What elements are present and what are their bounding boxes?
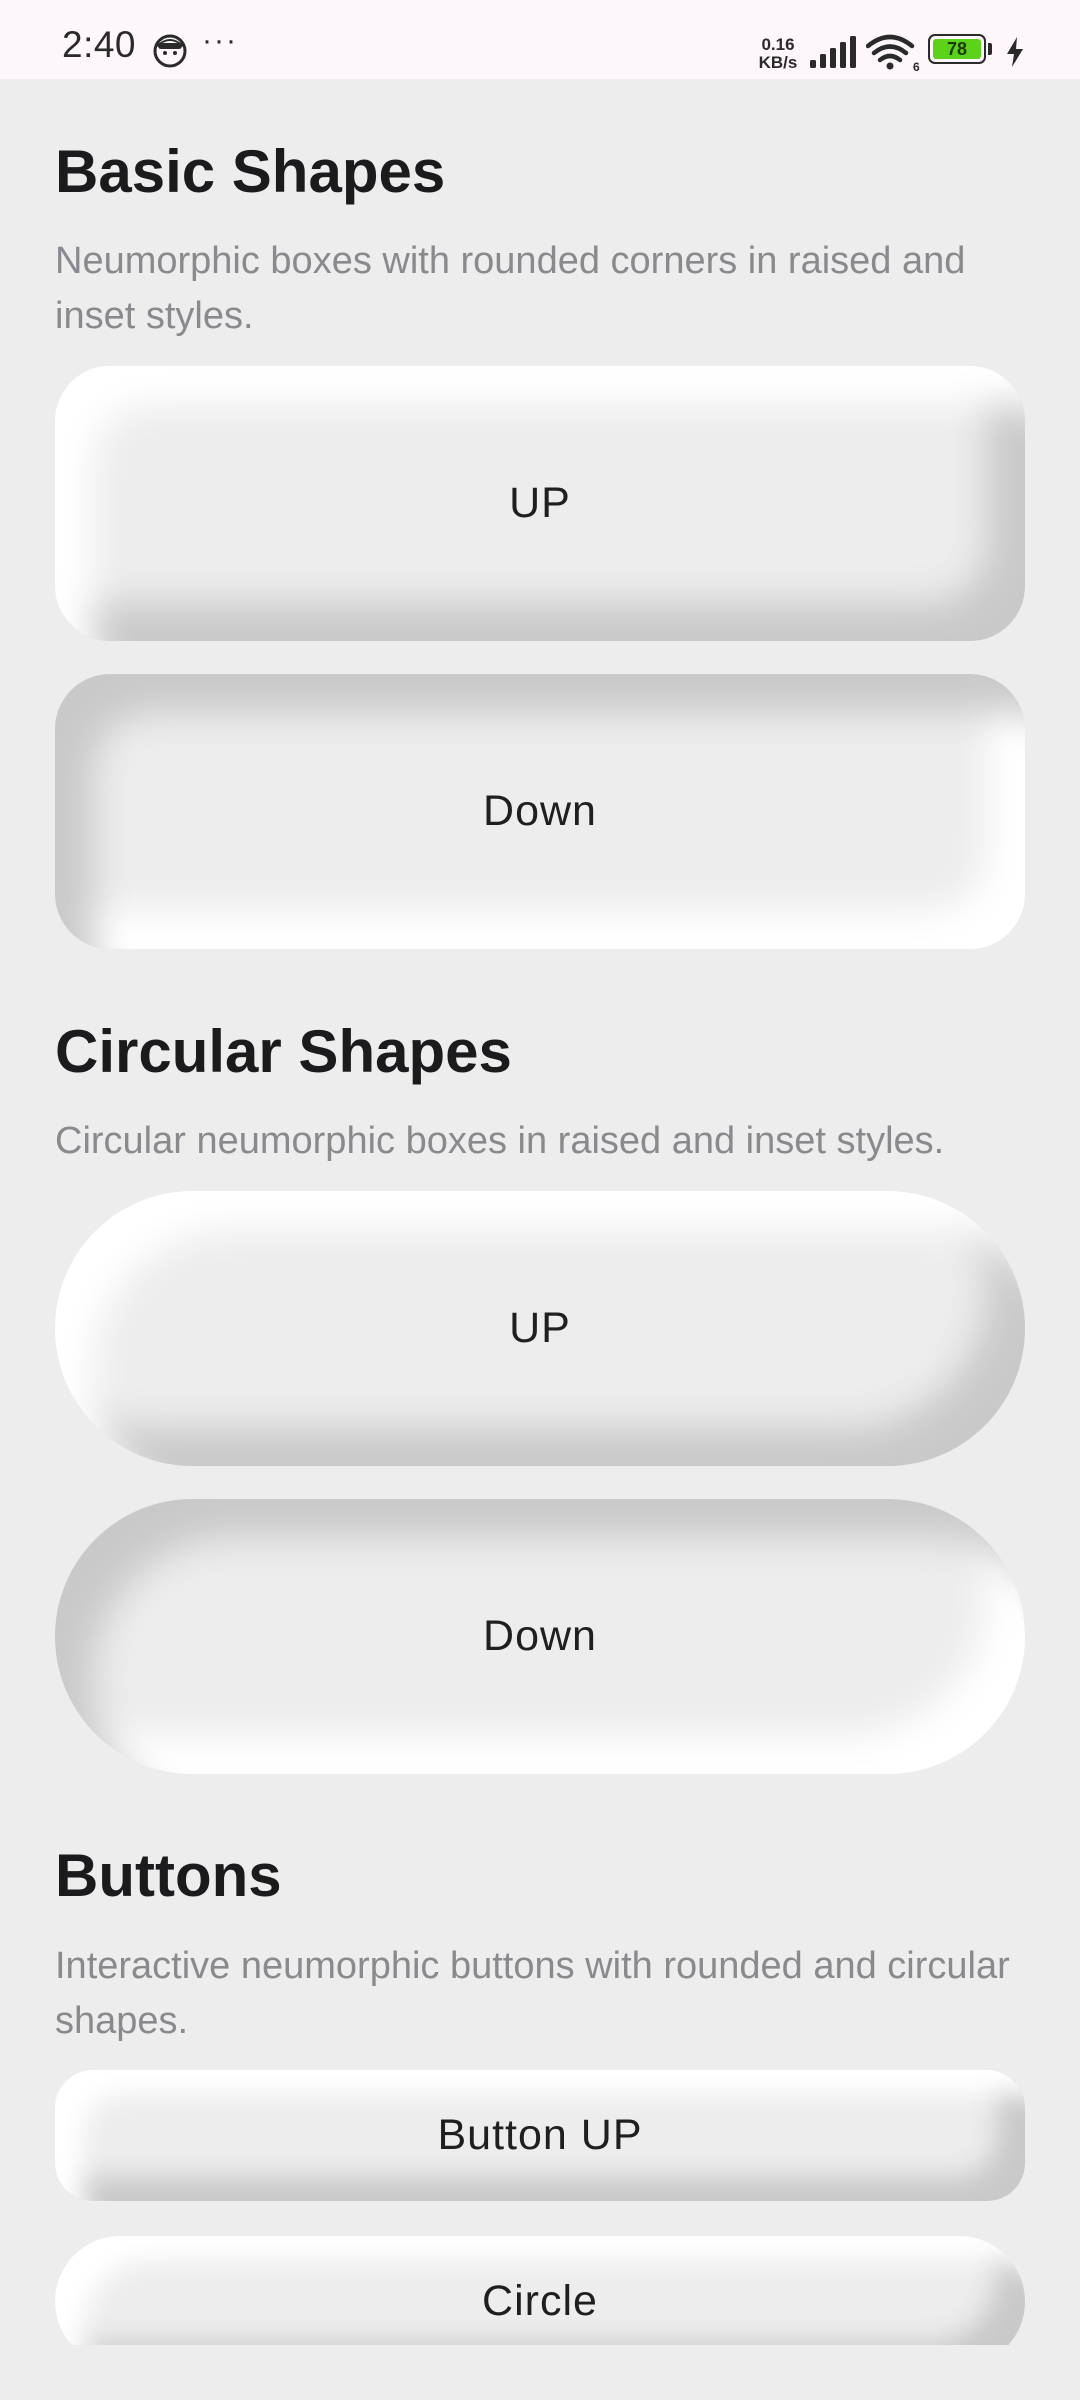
face-icon	[153, 34, 187, 68]
network-speed-value: 0.16	[761, 35, 795, 54]
status-bar: 2:40 ··· 0.16 KB/s 6 78	[0, 0, 1080, 79]
battery-icon: 78	[928, 34, 994, 68]
charging-icon	[1007, 37, 1023, 67]
circle-button-label: Circle	[482, 2277, 598, 2325]
circular-shape-raised-label: UP	[509, 1304, 571, 1352]
more-indicator: ···	[202, 24, 238, 57]
circle-button[interactable]: Circle	[55, 2236, 1025, 2345]
section-description-basic-shapes: Neumorphic boxes with rounded corners in…	[55, 240, 966, 337]
section-title-buttons: Buttons	[55, 1842, 282, 1909]
wifi-icon: 6	[866, 34, 920, 72]
circular-shape-inset-label: Down	[483, 1612, 597, 1660]
circular-shape-raised: UP	[55, 1191, 1025, 1466]
basic-shape-inset-label: Down	[483, 787, 597, 835]
basic-shape-raised-label: UP	[509, 479, 571, 527]
circular-shape-inset: Down	[55, 1499, 1025, 1774]
section-description-circular-shapes: Circular neumorphic boxes in raised and …	[55, 1120, 945, 1162]
battery-level: 78	[946, 39, 968, 59]
network-speed: 0.16 KB/s	[754, 36, 802, 72]
basic-shape-raised: UP	[55, 366, 1025, 641]
status-time: 2:40	[62, 24, 137, 65]
basic-shape-inset: Down	[55, 674, 1025, 949]
section-description-buttons: Interactive neumorphic buttons with roun…	[55, 1945, 1010, 2042]
scroll-viewport-bottom: Circle	[0, 2180, 1080, 2345]
section-title-basic-shapes: Basic Shapes	[55, 138, 446, 205]
section-title-circular-shapes: Circular Shapes	[55, 1018, 512, 1085]
battery-fill: 78	[933, 39, 981, 59]
button-up-label: Button UP	[437, 2111, 643, 2159]
signal-icon	[810, 36, 856, 68]
wifi-badge: 6	[913, 60, 920, 72]
network-speed-unit: KB/s	[758, 53, 798, 72]
